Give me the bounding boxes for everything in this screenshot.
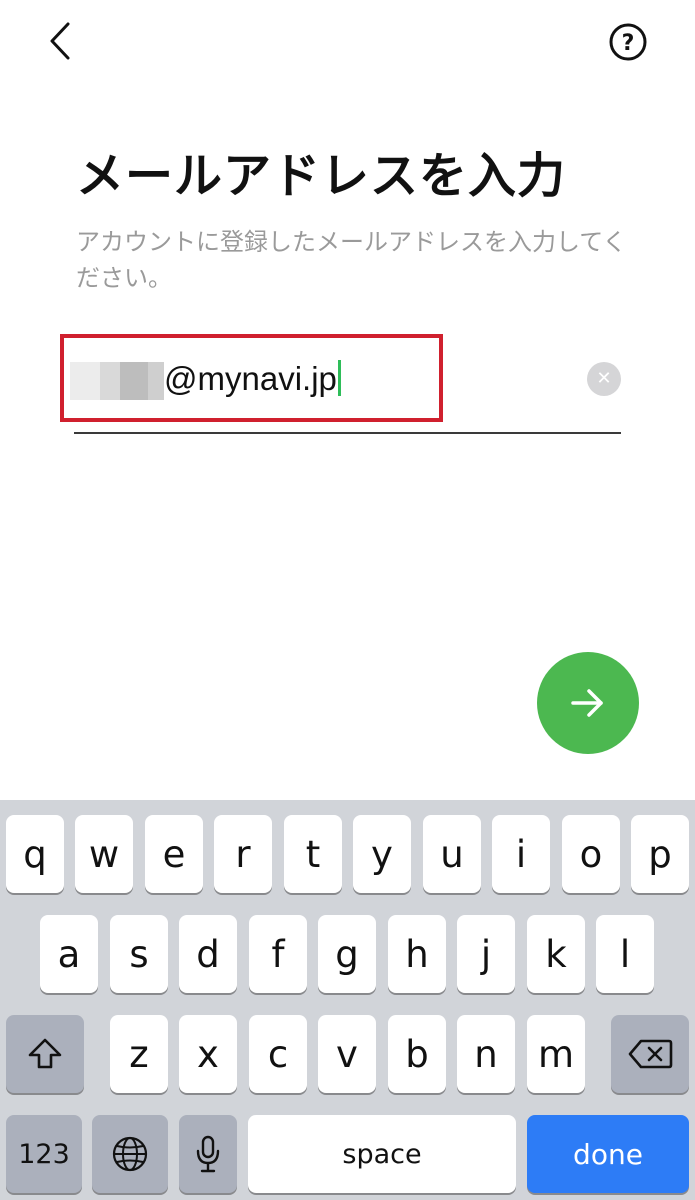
back-button[interactable] bbox=[40, 18, 80, 64]
space-key[interactable]: space bbox=[248, 1115, 516, 1193]
globe-icon bbox=[112, 1136, 148, 1172]
key-r[interactable]: r bbox=[214, 815, 272, 893]
keyboard: q w e r t y u i o p a s d f g h j k l z … bbox=[0, 800, 695, 1200]
key-o[interactable]: o bbox=[562, 815, 620, 893]
globe-key[interactable] bbox=[92, 1115, 168, 1193]
help-button[interactable]: ? bbox=[608, 22, 648, 62]
page-description: アカウントに登録したメールアドレスを入力してください。 bbox=[76, 228, 627, 292]
input-underline bbox=[74, 432, 621, 434]
key-q[interactable]: q bbox=[6, 815, 64, 893]
shift-key[interactable] bbox=[6, 1015, 84, 1093]
key-g[interactable]: g bbox=[318, 915, 376, 993]
key-e[interactable]: e bbox=[145, 815, 203, 893]
key-s[interactable]: s bbox=[110, 915, 168, 993]
shift-icon bbox=[28, 1038, 62, 1069]
key-d[interactable]: d bbox=[179, 915, 237, 993]
clear-icon: ✕ bbox=[596, 368, 612, 389]
page-title: メールアドレスを入力 bbox=[76, 148, 567, 204]
question-circle-icon: ? bbox=[609, 23, 647, 61]
arrow-right-icon bbox=[571, 689, 603, 717]
key-u[interactable]: u bbox=[423, 815, 481, 893]
key-i[interactable]: i bbox=[492, 815, 550, 893]
clear-input-button[interactable]: ✕ bbox=[587, 362, 621, 396]
microphone-key[interactable] bbox=[179, 1115, 237, 1193]
key-h[interactable]: h bbox=[388, 915, 446, 993]
microphone-icon bbox=[196, 1135, 220, 1173]
key-v[interactable]: v bbox=[318, 1015, 376, 1093]
key-b[interactable]: b bbox=[388, 1015, 446, 1093]
highlight-annotation bbox=[60, 334, 443, 422]
key-t[interactable]: t bbox=[284, 815, 342, 893]
key-a[interactable]: a bbox=[40, 915, 98, 993]
key-l[interactable]: l bbox=[596, 915, 654, 993]
numbers-key[interactable]: 123 bbox=[6, 1115, 82, 1193]
key-c[interactable]: c bbox=[249, 1015, 307, 1093]
key-w[interactable]: w bbox=[75, 815, 133, 893]
done-key[interactable]: done bbox=[527, 1115, 689, 1193]
key-p[interactable]: p bbox=[631, 815, 689, 893]
key-z[interactable]: z bbox=[110, 1015, 168, 1093]
key-x[interactable]: x bbox=[179, 1015, 237, 1093]
key-k[interactable]: k bbox=[527, 915, 585, 993]
help-glyph: ? bbox=[622, 31, 635, 56]
backspace-key[interactable] bbox=[611, 1015, 689, 1093]
next-button[interactable] bbox=[537, 652, 639, 754]
chevron-left-icon bbox=[50, 22, 70, 60]
key-n[interactable]: n bbox=[457, 1015, 515, 1093]
key-j[interactable]: j bbox=[457, 915, 515, 993]
key-m[interactable]: m bbox=[527, 1015, 585, 1093]
key-f[interactable]: f bbox=[249, 915, 307, 993]
backspace-icon bbox=[628, 1039, 673, 1069]
key-y[interactable]: y bbox=[353, 815, 411, 893]
